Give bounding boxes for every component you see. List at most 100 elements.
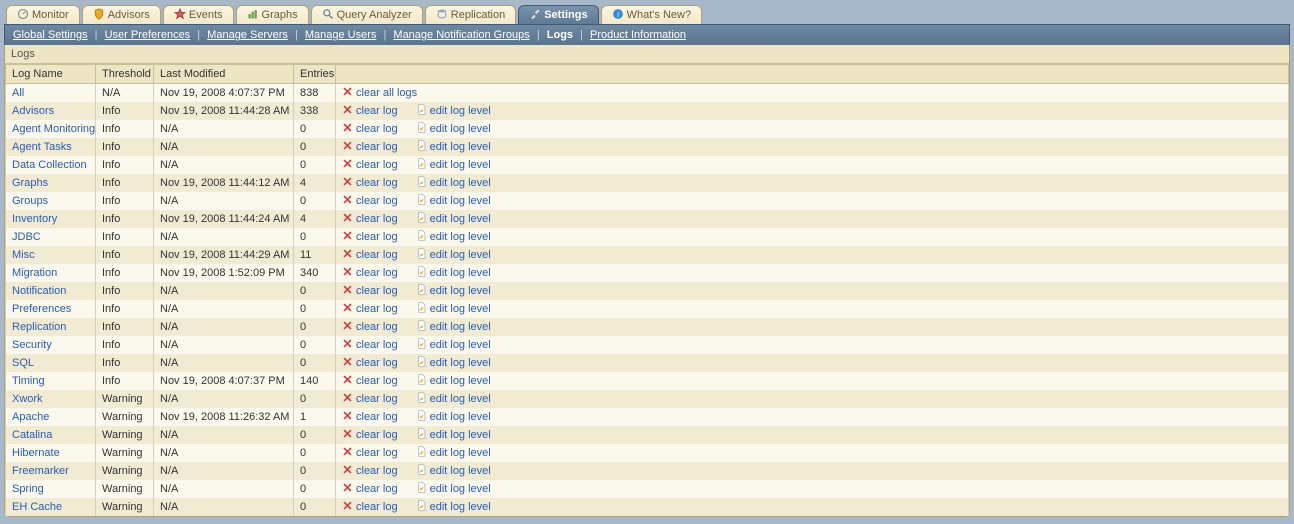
log-name-link[interactable]: EH Cache xyxy=(6,498,96,516)
threshold-value: Warning xyxy=(96,426,154,444)
clear-log-link[interactable]: clear log xyxy=(342,410,398,424)
edit-log-level-link[interactable]: edit log level xyxy=(416,266,491,280)
subnav-global-settings[interactable]: Global Settings xyxy=(13,29,88,41)
tab-query-analyzer[interactable]: Query Analyzer xyxy=(311,5,423,24)
edit-log-level-link[interactable]: edit log level xyxy=(416,212,491,226)
tab-monitor[interactable]: Monitor xyxy=(6,5,80,24)
row-actions: clear log edit log level xyxy=(336,300,1289,318)
clear-log-link[interactable]: clear log xyxy=(342,212,398,226)
action-label: clear log xyxy=(356,447,398,459)
tab-events[interactable]: Events xyxy=(163,5,234,24)
subnav-manage-users[interactable]: Manage Users xyxy=(305,29,377,41)
edit-log-level-link[interactable]: edit log level xyxy=(416,374,491,388)
log-name-link[interactable]: SQL xyxy=(6,354,96,372)
col-log-name[interactable]: Log Name xyxy=(6,65,96,84)
log-name-link[interactable]: Xwork xyxy=(6,390,96,408)
log-name-link[interactable]: Apache xyxy=(6,408,96,426)
clear-log-link[interactable]: clear log xyxy=(342,428,398,442)
last-modified-value: N/A xyxy=(154,354,294,372)
subnav-product-information[interactable]: Product Information xyxy=(590,29,686,41)
action-label: edit log level xyxy=(430,339,491,351)
action-label: clear log xyxy=(356,231,398,243)
tab-settings[interactable]: Settings xyxy=(518,5,598,24)
clear-log-link[interactable]: clear log xyxy=(342,104,398,118)
edit-log-level-link[interactable]: edit log level xyxy=(416,482,491,496)
subnav-manage-servers[interactable]: Manage Servers xyxy=(207,29,288,41)
log-name-link[interactable]: Groups xyxy=(6,192,96,210)
row-actions: clear log edit log level xyxy=(336,174,1289,192)
edit-log-level-link[interactable]: edit log level xyxy=(416,176,491,190)
clear-log-link[interactable]: clear log xyxy=(342,356,398,370)
clear-log-link[interactable]: clear log xyxy=(342,176,398,190)
col-last-modified[interactable]: Last Modified xyxy=(154,65,294,84)
clear-log-link[interactable]: clear log xyxy=(342,302,398,316)
edit-log-level-link[interactable]: edit log level xyxy=(416,446,491,460)
edit-log-level-link[interactable]: edit log level xyxy=(416,302,491,316)
clear-log-link[interactable]: clear log xyxy=(342,338,398,352)
clear-log-link[interactable]: clear log xyxy=(342,194,398,208)
edit-page-icon xyxy=(416,410,427,424)
edit-log-level-link[interactable]: edit log level xyxy=(416,428,491,442)
log-name-link[interactable]: Graphs xyxy=(6,174,96,192)
edit-log-level-link[interactable]: edit log level xyxy=(416,392,491,406)
edit-log-level-link[interactable]: edit log level xyxy=(416,284,491,298)
clear-log-link[interactable]: clear log xyxy=(342,482,398,496)
clear-log-link[interactable]: clear log xyxy=(342,266,398,280)
log-name-link[interactable]: Inventory xyxy=(6,210,96,228)
log-name-link[interactable]: Replication xyxy=(6,318,96,336)
log-name-link[interactable]: Hibernate xyxy=(6,444,96,462)
edit-log-level-link[interactable]: edit log level xyxy=(416,230,491,244)
subnav-manage-notification-groups[interactable]: Manage Notification Groups xyxy=(393,29,529,41)
edit-log-level-link[interactable]: edit log level xyxy=(416,464,491,478)
log-name-link[interactable]: JDBC xyxy=(6,228,96,246)
edit-log-level-link[interactable]: edit log level xyxy=(416,338,491,352)
clear-log-link[interactable]: clear log xyxy=(342,140,398,154)
clear-log-link[interactable]: clear log xyxy=(342,122,398,136)
log-name-link[interactable]: Agent Monitoring xyxy=(6,120,96,138)
edit-log-level-link[interactable]: edit log level xyxy=(416,500,491,514)
clear-log-link[interactable]: clear log xyxy=(342,248,398,262)
log-name-link[interactable]: Catalina xyxy=(6,426,96,444)
edit-log-level-link[interactable]: edit log level xyxy=(416,356,491,370)
clear-log-link[interactable]: clear log xyxy=(342,500,398,514)
log-name-link[interactable]: Timing xyxy=(6,372,96,390)
edit-log-level-link[interactable]: edit log level xyxy=(416,194,491,208)
tab-graphs[interactable]: Graphs xyxy=(236,5,309,24)
log-name-link[interactable]: Migration xyxy=(6,264,96,282)
edit-log-level-link[interactable]: edit log level xyxy=(416,122,491,136)
tab-replication[interactable]: Replication xyxy=(425,5,516,24)
log-name-link[interactable]: Advisors xyxy=(6,102,96,120)
clear-all-logs-link[interactable]: clear all logs xyxy=(342,86,417,100)
edit-log-level-link[interactable]: edit log level xyxy=(416,248,491,262)
edit-log-level-link[interactable]: edit log level xyxy=(416,320,491,334)
clear-log-link[interactable]: clear log xyxy=(342,230,398,244)
log-name-link[interactable]: Freemarker xyxy=(6,462,96,480)
log-name-link[interactable]: Agent Tasks xyxy=(6,138,96,156)
edit-log-level-link[interactable]: edit log level xyxy=(416,104,491,118)
log-name-link[interactable]: Spring xyxy=(6,480,96,498)
tab-advisors[interactable]: Advisors xyxy=(82,5,161,24)
clear-log-link[interactable]: clear log xyxy=(342,446,398,460)
clear-log-link[interactable]: clear log xyxy=(342,320,398,334)
clear-log-link[interactable]: clear log xyxy=(342,158,398,172)
log-name-link[interactable]: All xyxy=(6,84,96,103)
edit-log-level-link[interactable]: edit log level xyxy=(416,158,491,172)
clear-log-link[interactable]: clear log xyxy=(342,374,398,388)
tab-what-s-new-[interactable]: iWhat's New? xyxy=(601,5,702,24)
log-name-link[interactable]: Preferences xyxy=(6,300,96,318)
edit-page-icon xyxy=(416,428,427,442)
log-name-link[interactable]: Security xyxy=(6,336,96,354)
edit-page-icon xyxy=(416,500,427,514)
col-entries[interactable]: Entries xyxy=(294,65,336,84)
log-name-link[interactable]: Notification xyxy=(6,282,96,300)
log-name-link[interactable]: Misc xyxy=(6,246,96,264)
clear-log-link[interactable]: clear log xyxy=(342,284,398,298)
entries-value: 0 xyxy=(294,228,336,246)
subnav-user-preferences[interactable]: User Preferences xyxy=(105,29,191,41)
edit-log-level-link[interactable]: edit log level xyxy=(416,410,491,424)
clear-log-link[interactable]: clear log xyxy=(342,464,398,478)
log-name-link[interactable]: Data Collection xyxy=(6,156,96,174)
clear-log-link[interactable]: clear log xyxy=(342,392,398,406)
edit-log-level-link[interactable]: edit log level xyxy=(416,140,491,154)
col-threshold[interactable]: Threshold xyxy=(96,65,154,84)
